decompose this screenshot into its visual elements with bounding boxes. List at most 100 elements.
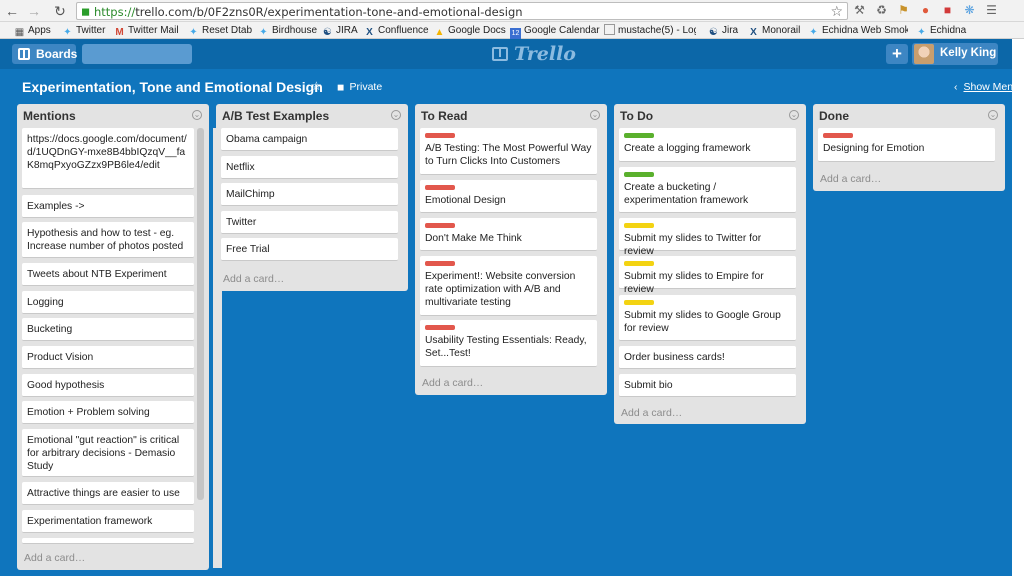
list-menu-icon[interactable]: ⌄ [192,110,202,120]
bookmark-twitter-mail[interactable]: M Twitter Mail [114,24,178,38]
wrench-icon[interactable]: ⚒ [852,3,867,18]
star-icon[interactable]: ☆ [311,79,322,93]
add-button[interactable]: + [886,44,908,64]
card[interactable]: Netflix [221,156,398,179]
label-red [425,261,455,266]
show-menu-link[interactable]: ‹ Show Menu [954,81,1019,93]
add-card-link[interactable]: Add a card… [422,377,483,389]
list-to-do: To Do ⌄ Create a logging framework Creat… [614,104,806,424]
card[interactable]: Tweets about NTB Experiment [22,263,194,286]
bookmark-monorail[interactable]: X Monorail [748,24,800,38]
monorail-icon: X [750,27,757,38]
card[interactable]: Attractive things are easier to use [22,482,194,505]
bookmark-jira[interactable]: ☯ JIRA [322,24,358,38]
lock-icon: ◼ [337,82,345,92]
page-scrollbar[interactable] [1012,39,1024,576]
add-card-link[interactable]: Add a card… [820,173,881,185]
card[interactable]: Twitter [221,211,398,234]
card[interactable]: Hypothesis and how to test - eg. Increas… [22,222,194,258]
url-text[interactable]: https://trello.com/b/0F2zns0R/experiment… [94,5,523,19]
reload-icon[interactable]: ↻ [52,3,68,19]
card[interactable]: Submit my slides to Empire for review [619,256,796,295]
adblock-icon[interactable]: ■ [940,3,955,18]
back-arrow-icon[interactable]: ← [4,3,20,19]
list-title[interactable]: Mentions [23,109,76,123]
list-title[interactable]: To Read [421,109,467,123]
visibility-button[interactable]: ◼ Private [337,81,382,93]
card[interactable]: Emotion + Problem solving [22,401,194,424]
boards-button[interactable]: Boards [12,44,77,64]
gear-icon[interactable]: ❋ [962,3,977,18]
add-card-link[interactable]: Add a card… [621,407,682,419]
board-title[interactable]: Experimentation, Tone and Emotional Desi… [22,79,323,95]
bookmark-confluence[interactable]: X Confluence [364,24,428,38]
card[interactable]: Good hypothesis [22,374,194,397]
bookmark-mustache[interactable]: mustache(5) - Logic [604,24,696,37]
card[interactable]: A/B Testing: The Most Powerful Way to Tu… [420,128,597,175]
add-card-link[interactable]: Add a card… [24,552,85,564]
user-menu-button[interactable]: Kelly King [912,43,998,65]
add-card-link[interactable]: Add a card… [223,273,284,285]
bookmark-google-calendar[interactable]: 12 Google Calendar [510,24,600,39]
label-yellow [624,261,654,266]
bookmark-reset-dtab[interactable]: ✦ Reset Dtab [188,24,252,38]
forward-arrow-icon[interactable]: → [26,3,42,19]
trello-logo[interactable]: Trello [492,43,576,65]
label-red [425,325,455,330]
card[interactable]: Submit my slides to Twitter for review [619,218,796,257]
jira-icon: ☯ [323,27,332,38]
twitter-bird-icon: ✦ [917,27,926,38]
bookmark-apps[interactable]: ▦ Apps [14,24,51,38]
settings-icon[interactable]: ☰ [984,3,999,18]
card[interactable]: Logging [22,291,194,314]
bookmark-twitter[interactable]: ✦ Twitter [62,24,105,38]
list-title[interactable]: Done [819,109,849,123]
label-red [823,133,853,138]
card[interactable]: Experiment!: Website conversion rate opt… [420,256,597,316]
card[interactable]: Free Trial [221,238,398,261]
card[interactable]: Submit bio [619,374,796,397]
label-red [425,185,455,190]
list-menu-icon[interactable]: ⌄ [590,110,600,120]
card[interactable]: Submit my slides to Google Group for rev… [619,295,796,341]
card[interactable]: Bucketing [22,318,194,341]
card[interactable]: Emotional Design [420,180,597,213]
bookmark-echidna[interactable]: ✦ Echidna [916,24,966,38]
card[interactable]: Experimentation framework [22,510,194,533]
bookmark-birdhouse[interactable]: ✦ Birdhouse [258,24,317,38]
bookmark-jira-2[interactable]: ☯ Jira [708,24,738,38]
card[interactable]: Examples -> [22,195,194,218]
card[interactable]: Order business cards! [619,346,796,369]
jira-icon: ☯ [709,27,718,38]
card[interactable]: Emotional "gut reaction" is critical for… [22,429,194,477]
trello-header: Boards Trello + Kelly King [0,39,1012,69]
card-partial[interactable] [22,538,194,544]
card[interactable]: MailChimp [221,183,398,206]
card[interactable]: Obama campaign [221,128,398,151]
bookmark-echidna-web-smoke[interactable]: ✦ Echidna Web Smoke [808,24,908,37]
bookmark-google-docs[interactable]: ▲ Google Docs [434,24,506,38]
list-menu-icon[interactable]: ⌄ [988,110,998,120]
list-menu-icon[interactable]: ⌄ [391,110,401,120]
flag-icon[interactable]: ⚑ [896,3,911,18]
card[interactable]: Create a logging framework [619,128,796,162]
card[interactable]: Don't Make Me Think [420,218,597,251]
trello-logo-icon [492,47,508,61]
list-title[interactable]: A/B Test Examples [222,109,329,123]
list-title[interactable]: To Do [620,109,653,123]
search-input[interactable] [82,44,192,64]
extension-icon[interactable]: ● [918,3,933,18]
label-yellow [624,300,654,305]
card[interactable]: Designing for Emotion [818,128,995,162]
address-bar[interactable]: ◼ https://trello.com/b/0F2zns0R/experime… [76,2,848,20]
card[interactable]: Product Vision [22,346,194,369]
google-drive-icon: ▲ [434,27,445,38]
recycle-icon[interactable]: ♻ [874,3,889,18]
card[interactable]: Usability Testing Essentials: Ready, Set… [420,320,597,367]
list-scrollbar-thumb[interactable] [197,128,204,500]
label-yellow [624,223,654,228]
card[interactable]: Create a bucketing / experimentation fra… [619,167,796,213]
list-menu-icon[interactable]: ⌄ [789,110,799,120]
card[interactable]: https://docs.google.com/document/d/1UQDn… [22,128,194,189]
bookmark-star-icon[interactable]: ☆ [830,3,843,20]
